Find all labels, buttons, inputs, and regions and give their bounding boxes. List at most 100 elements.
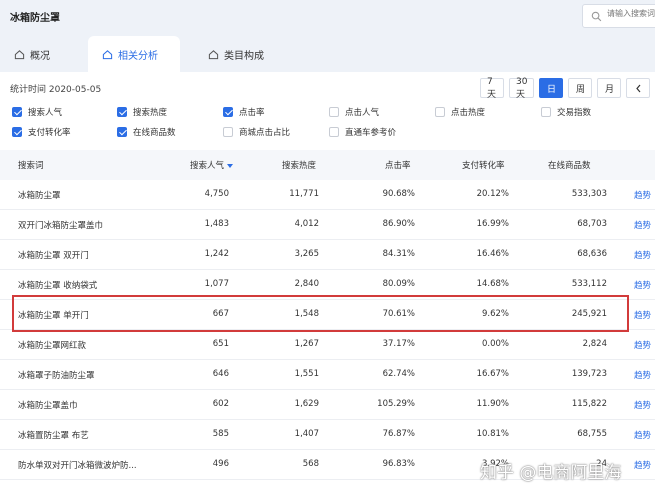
value-cell: 4,750: [204, 189, 229, 199]
filter-online-items[interactable]: 在线商品数: [117, 126, 176, 138]
trend-link[interactable]: 趋势: [634, 189, 651, 201]
checkbox[interactable]: [12, 107, 22, 117]
table-row: 冰箱罩子防油防尘罩 646 1,551 62.74% 16.67% 139,723 趋势: [0, 360, 655, 390]
col-search-popularity[interactable]: 搜索人气: [190, 159, 234, 171]
period-7d-button[interactable]: 7天: [480, 77, 504, 100]
value-cell: 90.68%: [382, 189, 415, 199]
trend-link[interactable]: 趋势: [634, 369, 651, 381]
keyword-cell: 冰箱防尘罩网红款: [18, 341, 87, 351]
value-cell: 68,636: [577, 249, 607, 259]
value-cell: 76.87%: [382, 429, 415, 439]
stat-time: 统计时间 2020-05-05: [10, 85, 102, 95]
filter-ztc-price[interactable]: 直通车参考价: [329, 126, 396, 138]
value-cell: 496: [212, 459, 229, 469]
search-input[interactable]: [607, 9, 655, 18]
value-cell: 646: [212, 369, 229, 379]
trend-link[interactable]: 趋势: [634, 339, 651, 351]
filter-label: 点击热度: [451, 108, 486, 118]
filter-search-popularity[interactable]: 搜索人气: [12, 106, 62, 118]
filter-mall-click-ratio[interactable]: 商城点击占比: [223, 126, 290, 138]
keyword-cell: 冰箱置防尘罩 布艺: [18, 431, 89, 441]
filter-search-heat[interactable]: 搜索热度: [117, 106, 167, 118]
period-month-button[interactable]: 月: [597, 78, 622, 98]
filter-label: 搜索热度: [133, 108, 168, 118]
filter-label: 支付转化率: [28, 128, 71, 138]
value-cell: 139,723: [571, 369, 607, 379]
tab-category[interactable]: 类目构成: [208, 36, 288, 72]
value-cell: 1,242: [204, 249, 229, 259]
filter-label: 交易指数: [557, 108, 592, 118]
checkbox[interactable]: [541, 107, 551, 117]
value-cell: 4,012: [294, 219, 319, 229]
prev-date-button[interactable]: [626, 78, 651, 98]
checkbox[interactable]: [435, 107, 445, 117]
col-keyword: 搜索词: [18, 161, 44, 171]
checkbox[interactable]: [12, 127, 22, 137]
value-cell: 533,303: [571, 189, 607, 199]
value-cell: 105.29%: [377, 399, 415, 409]
col-pay-conversion[interactable]: 支付转化率: [462, 159, 505, 171]
col-search-heat[interactable]: 搜索热度: [282, 159, 316, 171]
checkbox[interactable]: [329, 107, 339, 117]
value-cell: 62.74%: [382, 369, 415, 379]
trend-link[interactable]: 趋势: [634, 459, 651, 471]
metric-filters: 搜索人气 搜索热度 点击率 点击人气 点击热度 交易指数 支付转化率 在线商品数…: [0, 102, 655, 144]
value-cell: 16.46%: [476, 249, 509, 259]
tab-overview[interactable]: 概况: [14, 36, 74, 72]
filter-label: 在线商品数: [133, 128, 176, 138]
search-box[interactable]: [582, 4, 655, 28]
period-30d-button[interactable]: 30天: [509, 77, 535, 100]
home-icon: [102, 49, 113, 59]
trend-link[interactable]: 趋势: [634, 309, 651, 321]
value-cell: 84.31%: [382, 249, 415, 259]
trend-link[interactable]: 趋势: [634, 429, 651, 441]
checkbox[interactable]: [117, 127, 127, 137]
value-cell: 0.00%: [481, 339, 509, 349]
value-cell: 14.68%: [476, 279, 509, 289]
value-cell: 3,265: [294, 249, 319, 259]
value-cell: 37.17%: [382, 339, 415, 349]
filter-click-popularity[interactable]: 点击人气: [329, 106, 379, 118]
trend-link[interactable]: 趋势: [634, 219, 651, 231]
value-cell: 533,112: [571, 279, 607, 289]
col-online-items[interactable]: 在线商品数: [548, 159, 591, 171]
filter-pay-conversion[interactable]: 支付转化率: [12, 126, 71, 138]
table-row: 冰箱置防尘罩 布艺 585 1,407 76.87% 10.81% 68,755 趋势: [0, 420, 655, 450]
chevron-left-icon: [636, 84, 641, 92]
tab-bar: 概况 相关分析 类目构成: [0, 36, 655, 72]
header-bar: 冰箱防尘罩 概况 相关分析 类目构成: [0, 0, 655, 72]
value-cell: 651: [212, 339, 229, 349]
checkbox[interactable]: [223, 107, 233, 117]
col-click-rate[interactable]: 点击率: [385, 159, 411, 171]
filter-click-rate[interactable]: 点击率: [223, 106, 265, 118]
table-row: 冰箱防尘罩 4,750 11,771 90.68% 20.12% 533,303 趋势: [0, 180, 655, 210]
tab-label: 概况: [30, 50, 50, 62]
checkbox[interactable]: [329, 127, 339, 137]
table-row: 双开门冰箱防尘罩盖巾 1,483 4,012 86.90% 16.99% 68,703 趋势: [0, 210, 655, 240]
value-cell: 11.90%: [476, 399, 509, 409]
checkbox[interactable]: [117, 107, 127, 117]
trend-link[interactable]: 趋势: [634, 399, 651, 411]
keyword-cell: 防水单双对开门冰箱微波炉防...: [18, 461, 137, 471]
filter-trade-index[interactable]: 交易指数: [541, 106, 591, 118]
value-cell: 16.99%: [476, 219, 509, 229]
filter-click-heat[interactable]: 点击热度: [435, 106, 485, 118]
trend-link[interactable]: 趋势: [634, 249, 651, 261]
keyword-cell: 冰箱罩子防油防尘罩: [18, 371, 95, 381]
tab-related-analysis[interactable]: 相关分析: [88, 36, 180, 72]
period-day-button[interactable]: 日: [539, 78, 564, 98]
value-cell: 1,407: [294, 429, 319, 439]
period-week-button[interactable]: 周: [568, 78, 593, 98]
home-icon: [208, 49, 219, 59]
value-cell: 20.12%: [476, 189, 509, 199]
filter-label: 点击人气: [345, 108, 380, 118]
checkbox[interactable]: [223, 127, 233, 137]
value-cell: 2,840: [294, 279, 319, 289]
value-cell: 80.09%: [382, 279, 415, 289]
value-cell: 1,077: [204, 279, 229, 289]
tab-label: 类目构成: [224, 50, 264, 62]
keyword-cell: 冰箱防尘罩盖巾: [18, 401, 78, 411]
trend-link[interactable]: 趋势: [634, 279, 651, 291]
value-cell: 1,483: [204, 219, 229, 229]
value-cell: 11,771: [289, 189, 319, 199]
